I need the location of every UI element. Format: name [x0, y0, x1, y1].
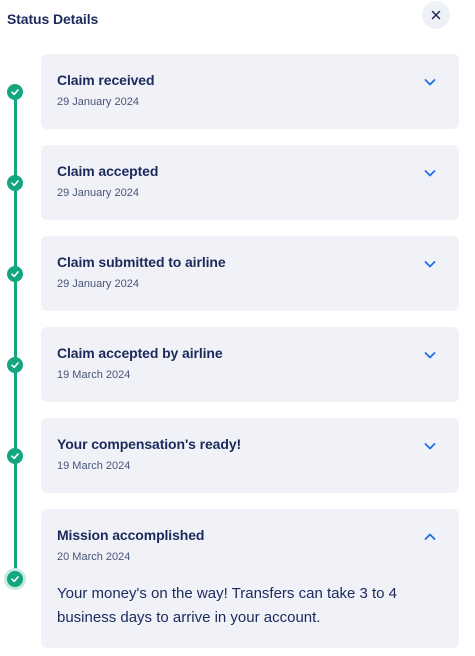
- step-check-icon: [7, 357, 23, 373]
- step-card-claim-received[interactable]: Claim received 29 January 2024: [41, 54, 459, 129]
- step-card-mission-accomplished[interactable]: Mission accomplished 20 March 2024 Your …: [41, 509, 459, 648]
- chevron-down-icon[interactable]: [423, 166, 437, 180]
- close-button[interactable]: [422, 1, 450, 29]
- chevron-down-icon[interactable]: [423, 348, 437, 362]
- step-title: Claim received: [57, 72, 155, 88]
- timeline-connector: [13, 274, 17, 365]
- step-card-claim-accepted[interactable]: Claim accepted 29 January 2024: [41, 145, 459, 220]
- status-timeline: [0, 0, 40, 656]
- panel-header: Status Details: [0, 0, 475, 40]
- step-date: 29 January 2024: [57, 96, 139, 108]
- step-date: 20 March 2024: [57, 551, 131, 563]
- timeline-connector: [13, 456, 17, 579]
- chevron-down-icon[interactable]: [423, 257, 437, 271]
- step-check-icon: [7, 84, 23, 100]
- step-description: Your money's on the way! Transfers can t…: [57, 585, 397, 626]
- step-title: Claim submitted to airline: [57, 254, 226, 270]
- step-check-icon: [7, 175, 23, 191]
- step-card-accepted-by-airline[interactable]: Claim accepted by airline 19 March 2024: [41, 327, 459, 402]
- chevron-up-icon[interactable]: [423, 530, 437, 544]
- chevron-down-icon[interactable]: [423, 439, 437, 453]
- step-date: 29 January 2024: [57, 278, 139, 290]
- step-date: 19 March 2024: [57, 460, 131, 472]
- close-icon: [431, 10, 441, 20]
- step-date: 29 January 2024: [57, 187, 139, 199]
- step-card-claim-submitted[interactable]: Claim submitted to airline 29 January 20…: [41, 236, 459, 311]
- timeline-connector: [13, 365, 17, 456]
- step-card-compensation-ready[interactable]: Your compensation's ready! 19 March 2024: [41, 418, 459, 493]
- step-title: Claim accepted by airline: [57, 345, 223, 361]
- timeline-connector: [13, 183, 17, 274]
- step-title: Claim accepted: [57, 163, 159, 179]
- timeline-connector: [13, 92, 17, 183]
- step-check-icon: [7, 266, 23, 282]
- step-title: Your compensation's ready!: [57, 436, 242, 452]
- step-check-icon-active: [7, 571, 23, 587]
- step-title: Mission accomplished: [57, 527, 205, 543]
- step-check-icon: [7, 448, 23, 464]
- step-date: 19 March 2024: [57, 369, 131, 381]
- chevron-down-icon[interactable]: [423, 75, 437, 89]
